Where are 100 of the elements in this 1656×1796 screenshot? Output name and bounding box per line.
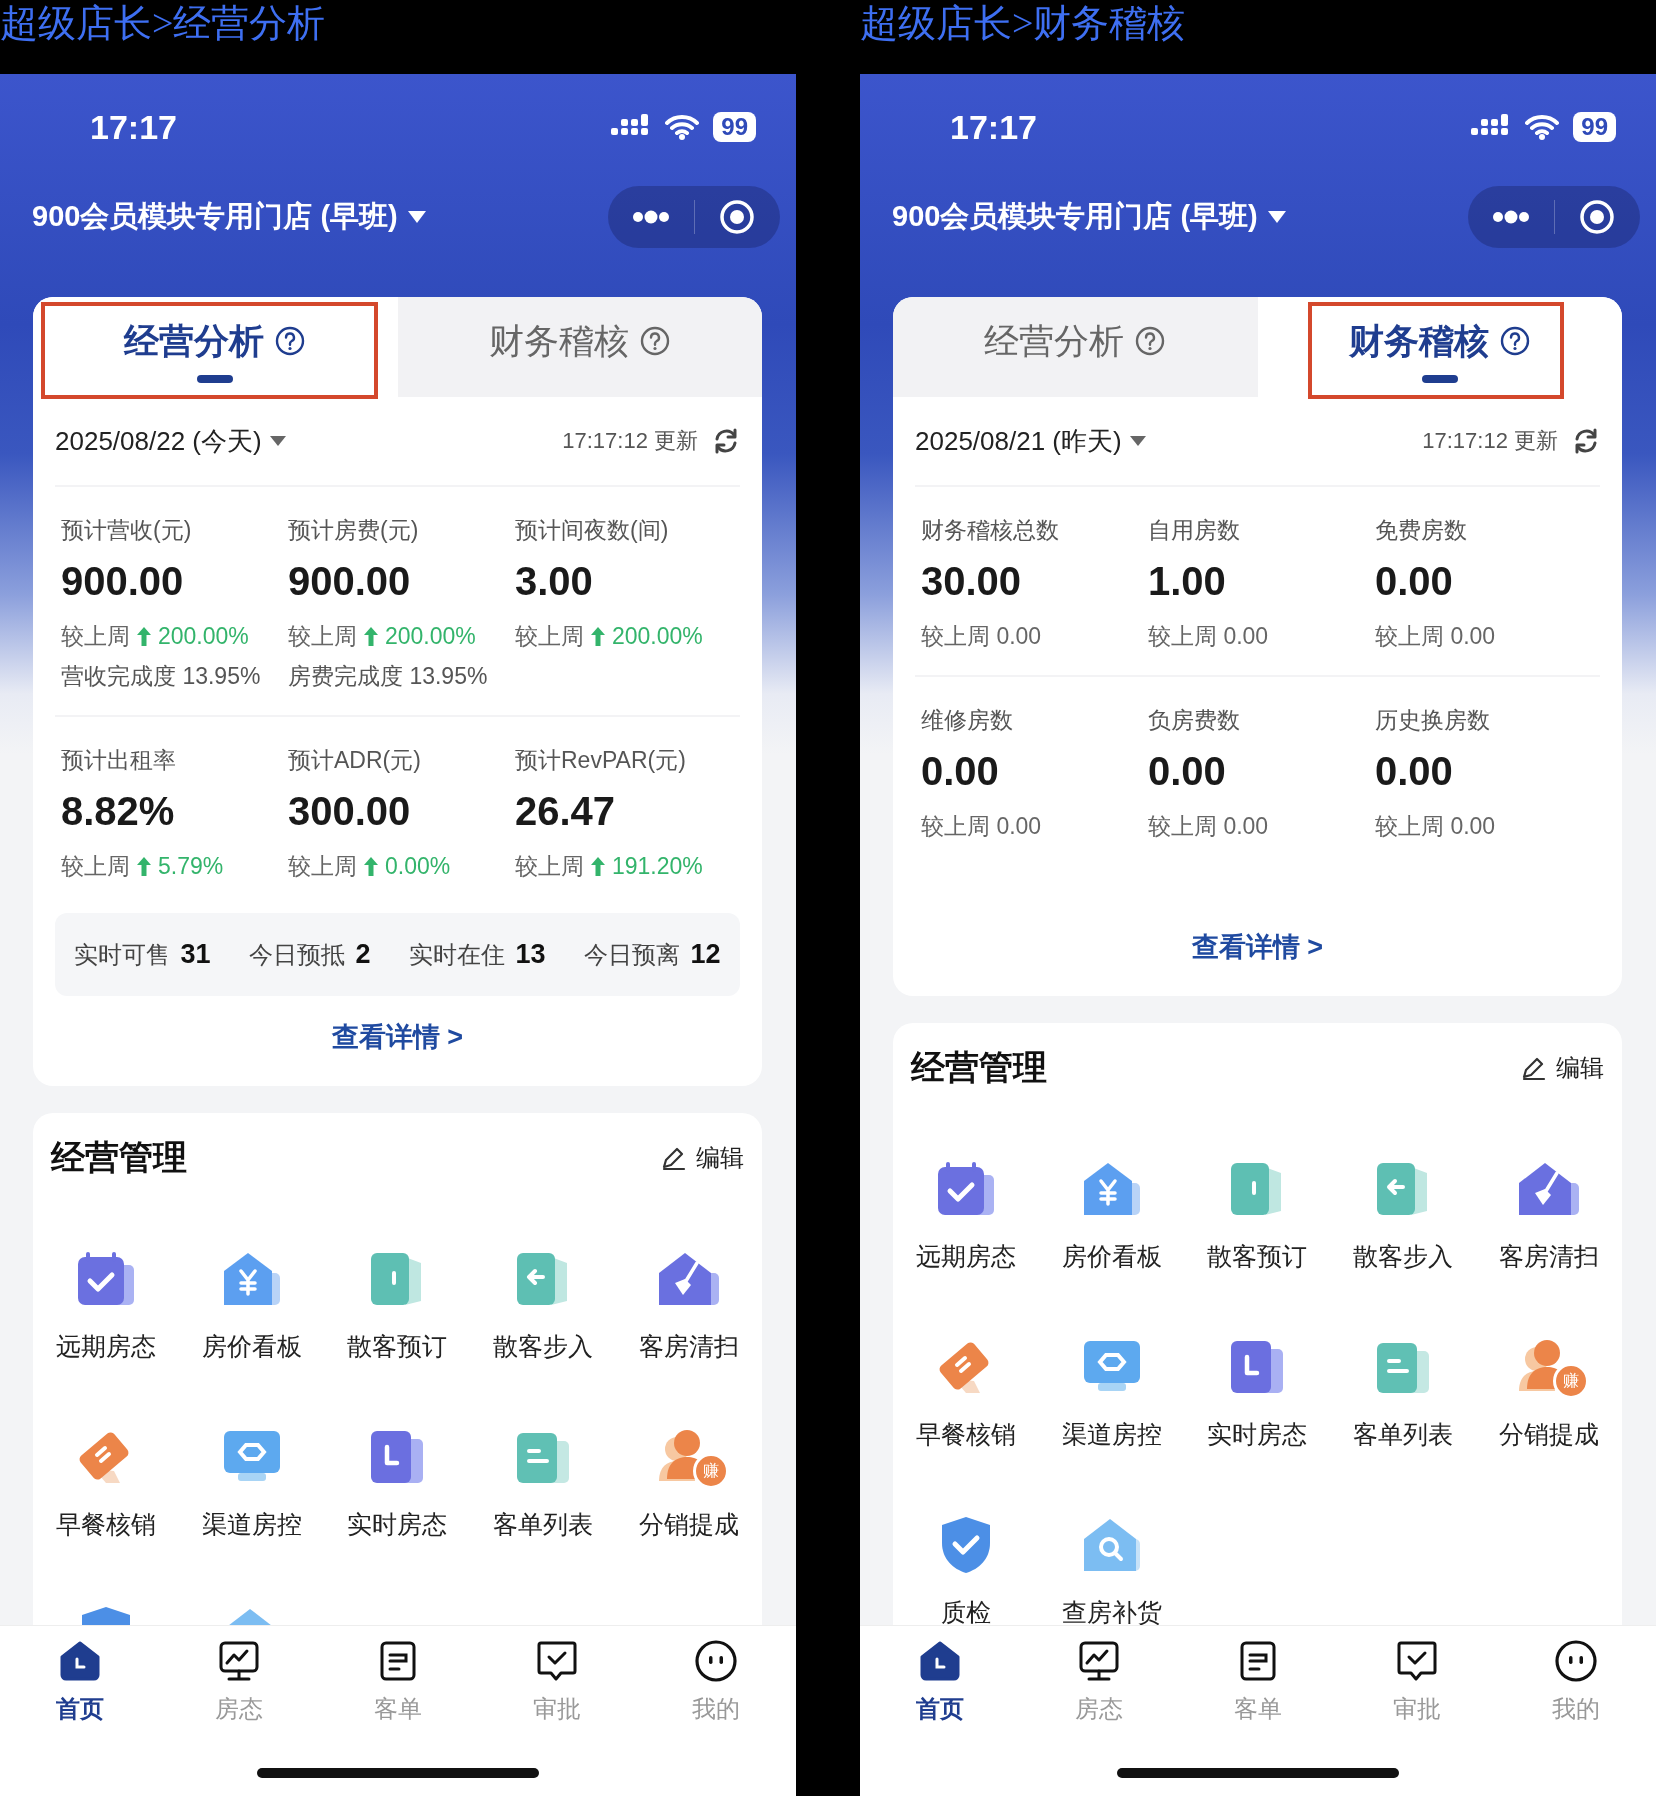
more-icon[interactable] <box>631 210 670 224</box>
comparison-label: 较上周 <box>61 852 130 881</box>
stat-value: 12 <box>690 938 721 970</box>
metric-value: 30.00 <box>921 558 1022 605</box>
dropdown-caret-icon[interactable] <box>1267 210 1286 224</box>
metric-label: 预计ADR(元) <box>288 746 421 775</box>
shortcut-item[interactable]: 散客预订 <box>1184 1113 1331 1274</box>
tab[interactable]: 财务稽核 <box>397 297 762 397</box>
update-time: 17:17:12 更新 <box>1422 427 1558 455</box>
dropdown-caret-icon[interactable] <box>269 435 286 447</box>
stat-label: 今日预离 <box>584 939 681 970</box>
date-picker[interactable]: 2025/08/22 (今天) <box>55 423 262 459</box>
screen-caption: 超级店长>财务稽核 <box>860 1 1186 46</box>
more-icon[interactable] <box>1491 210 1530 224</box>
shortcut-item[interactable]: 房价看板 <box>178 1203 325 1364</box>
shortcut-item[interactable]: 散客预订 <box>324 1203 471 1364</box>
clock-time: 17:17 <box>90 107 178 147</box>
edit-button[interactable]: 编辑 <box>1520 1052 1604 1084</box>
metric-label: 预计间夜数(间) <box>515 516 669 545</box>
metric-label: 财务稽核总数 <box>921 516 1059 545</box>
completion-rate: 房费完成度 13.95% <box>288 662 488 691</box>
metric-value: 0.00 <box>1375 748 1453 795</box>
change-value: 0.00% <box>385 852 451 881</box>
target-icon[interactable] <box>1579 199 1616 235</box>
shortcut-item[interactable]: 散客步入 <box>470 1203 617 1364</box>
metric-value: 300.00 <box>288 788 411 835</box>
comparison-label: 较上周 0.00 <box>1148 622 1269 651</box>
dropdown-caret-icon[interactable] <box>1129 435 1146 447</box>
details-link[interactable]: 查看详情 > <box>1191 927 1324 967</box>
dropdown-caret-icon[interactable] <box>407 210 426 224</box>
change-value: 5.79% <box>158 852 224 881</box>
metric-label: 自用房数 <box>1148 516 1240 545</box>
shortcut-item[interactable]: 早餐核销 <box>893 1291 1039 1452</box>
stat-value: 2 <box>355 938 371 970</box>
help-icon[interactable] <box>1498 325 1531 357</box>
change-value: 200.00% <box>385 622 476 651</box>
shortcut-item[interactable]: 赚 分销提成 <box>616 1381 762 1542</box>
metric-label: 负房费数 <box>1148 706 1240 735</box>
comparison-label: 较上周 <box>515 852 584 881</box>
comparison-label: 较上周 <box>288 852 357 881</box>
metric-label: 预计RevPAR(元) <box>515 746 686 775</box>
stat-value: 13 <box>515 938 546 970</box>
help-icon[interactable] <box>1134 325 1167 357</box>
comparison-label: 较上周 0.00 <box>921 622 1042 651</box>
wifi-icon <box>665 114 700 140</box>
comparison-label: 较上周 <box>61 622 130 651</box>
comparison-label: 较上周 <box>515 622 584 651</box>
help-icon[interactable] <box>274 325 307 357</box>
shortcut-item[interactable]: 渠道房控 <box>178 1381 325 1542</box>
metric-value: 900.00 <box>288 558 411 605</box>
nav-tab[interactable]: 首页 <box>0 1637 160 1725</box>
edit-button[interactable]: 编辑 <box>660 1142 744 1174</box>
shortcut-item[interactable]: 客单列表 <box>1330 1291 1477 1452</box>
comparison-label: 较上周 <box>288 622 357 651</box>
shortcut-item[interactable]: 房价看板 <box>1038 1113 1185 1274</box>
shortcut-item[interactable]: 实时房态 <box>324 1381 471 1542</box>
completion-rate: 营收完成度 13.95% <box>61 662 261 691</box>
shortcut-item[interactable]: 远期房态 <box>33 1203 179 1364</box>
pencil-icon <box>660 1145 686 1171</box>
metric-label: 预计营收(元) <box>61 516 192 545</box>
metric-value: 1.00 <box>1148 558 1226 605</box>
shortcut-item[interactable]: 赚 分销提成 <box>1476 1291 1622 1452</box>
metric-label: 预计出租率 <box>61 746 176 775</box>
store-name[interactable]: 900会员模块专用门店 (早班) <box>32 197 398 237</box>
nav-tab[interactable]: 首页 <box>860 1637 1020 1725</box>
pencil-icon <box>1520 1055 1546 1081</box>
target-icon[interactable] <box>719 199 756 235</box>
stat-label: 今日预抵 <box>249 939 346 970</box>
date-picker[interactable]: 2025/08/21 (昨天) <box>915 423 1122 459</box>
change-value: 191.20% <box>612 852 703 881</box>
shortcut-item[interactable]: 客房清扫 <box>1476 1113 1622 1274</box>
tab[interactable]: 经营分析 <box>893 297 1258 397</box>
shortcut-item[interactable]: 早餐核销 <box>33 1381 179 1542</box>
shortcut-item[interactable]: 渠道房控 <box>1038 1291 1185 1452</box>
stat-value: 31 <box>180 938 211 970</box>
stat-label: 实时在住 <box>409 939 506 970</box>
comparison-label: 较上周 0.00 <box>1148 812 1269 841</box>
shortcut-item[interactable]: 客单列表 <box>470 1381 617 1542</box>
change-value: 200.00% <box>158 622 249 651</box>
metric-value: 3.00 <box>515 558 593 605</box>
shortcut-item[interactable]: 客房清扫 <box>616 1203 762 1364</box>
battery-level: 99 <box>713 112 756 142</box>
metric-value: 900.00 <box>61 558 184 605</box>
shortcut-item[interactable]: 远期房态 <box>893 1113 1039 1274</box>
comparison-label: 较上周 0.00 <box>1375 622 1496 651</box>
tab-indicator <box>197 374 234 383</box>
store-name[interactable]: 900会员模块专用门店 (早班) <box>892 197 1258 237</box>
shortcut-item[interactable]: 散客步入 <box>1330 1113 1477 1274</box>
comparison-label: 较上周 0.00 <box>921 812 1042 841</box>
clock-time: 17:17 <box>950 107 1038 147</box>
screen-caption: 超级店长>经营分析 <box>0 1 326 46</box>
metric-value: 0.00 <box>1148 748 1226 795</box>
help-icon[interactable] <box>638 325 671 357</box>
shortcut-item[interactable]: 实时房态 <box>1184 1291 1331 1452</box>
details-link[interactable]: 查看详情 > <box>331 1017 464 1057</box>
shortcut-item[interactable]: 质检 <box>893 1469 1039 1625</box>
update-time: 17:17:12 更新 <box>562 427 698 455</box>
section-title: 经营管理 <box>911 1047 1048 1088</box>
stat-label: 实时可售 <box>74 939 171 970</box>
section-title: 经营管理 <box>51 1137 188 1178</box>
